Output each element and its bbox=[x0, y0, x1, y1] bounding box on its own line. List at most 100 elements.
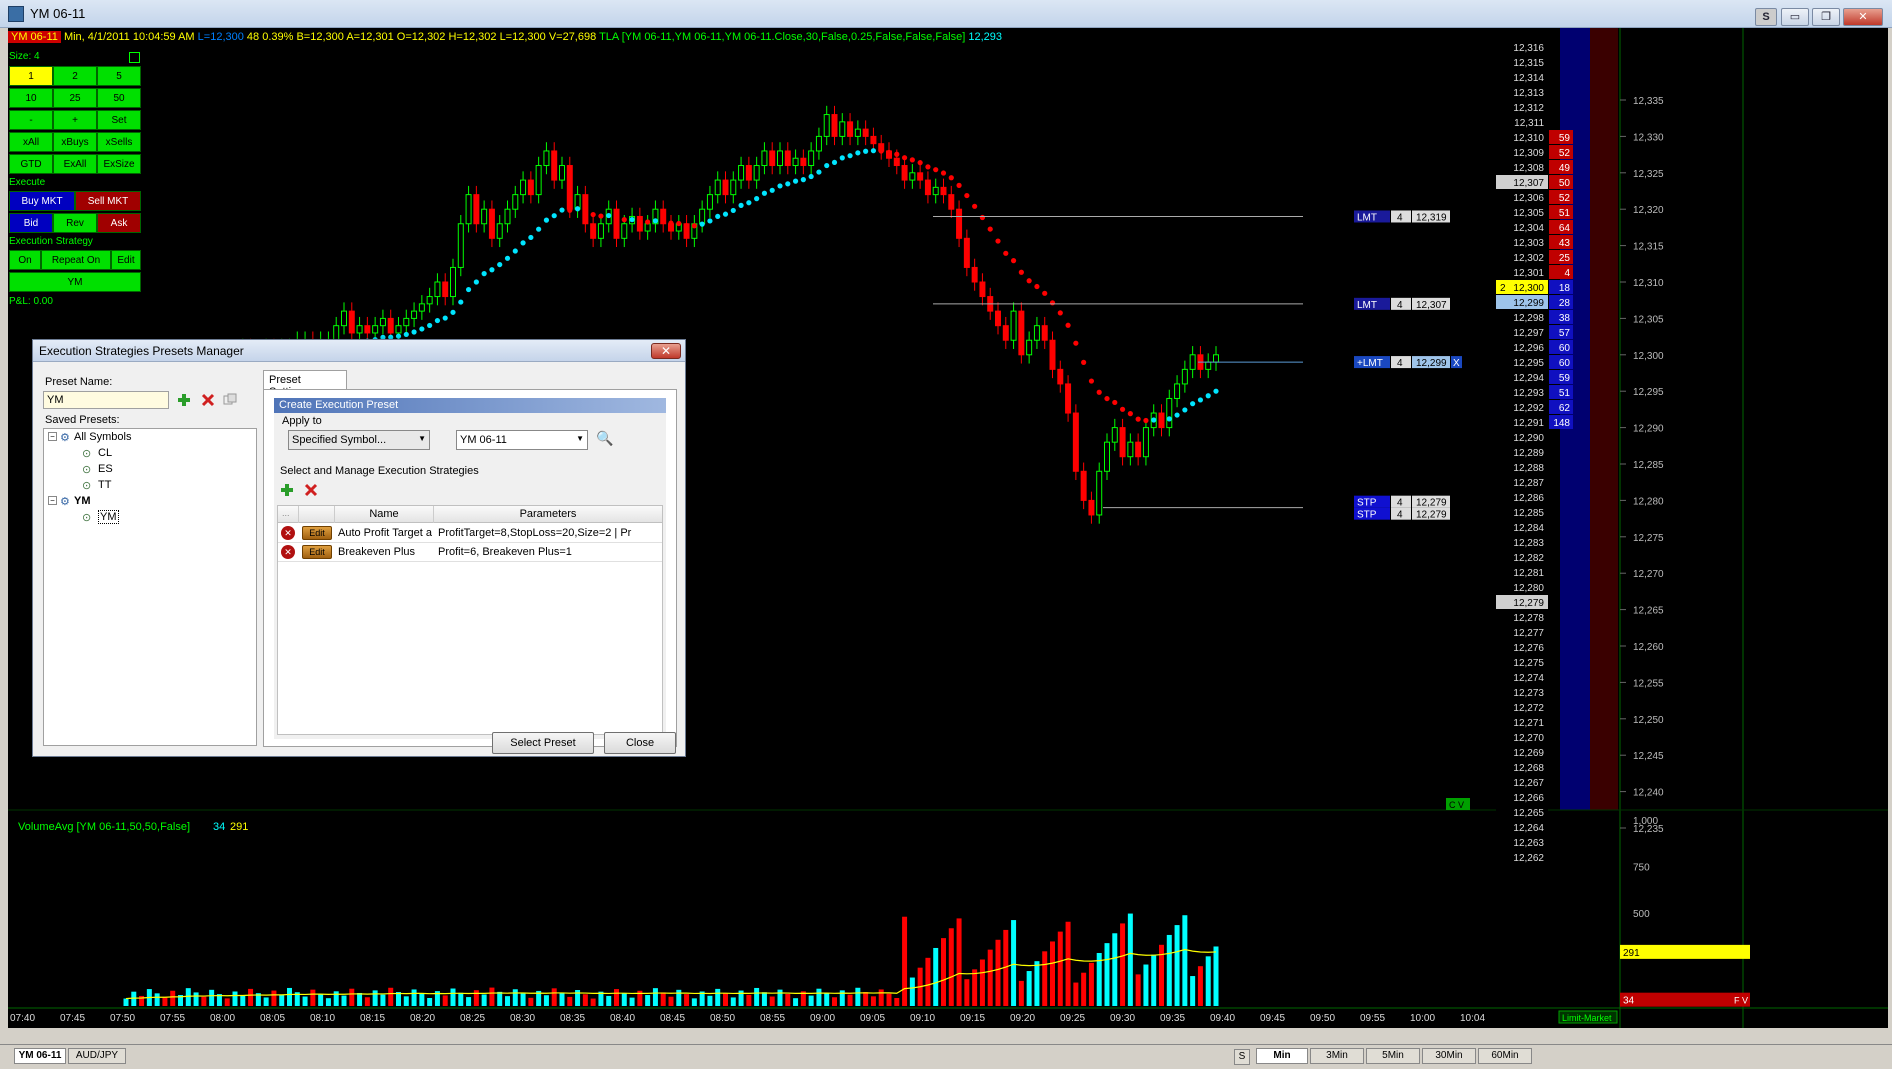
exall-button[interactable]: ExAll bbox=[53, 154, 97, 174]
repeat-on-button[interactable]: Repeat On bbox=[41, 250, 111, 270]
delete-preset-icon[interactable] bbox=[201, 393, 215, 407]
size-plus-button[interactable]: + bbox=[53, 110, 97, 130]
xbuys-button[interactable]: xBuys bbox=[53, 132, 97, 152]
size-1-button[interactable]: 1 bbox=[9, 66, 53, 86]
gtd-button[interactable]: GTD bbox=[9, 154, 53, 174]
size-minus-button[interactable]: - bbox=[9, 110, 53, 130]
close-button[interactable]: ✕ bbox=[1843, 8, 1883, 26]
exsize-button[interactable]: ExSize bbox=[97, 154, 141, 174]
volume-bar bbox=[512, 989, 518, 1006]
size-5-button[interactable]: 5 bbox=[97, 66, 141, 86]
edit-row-button[interactable]: Edit bbox=[302, 545, 332, 559]
edit-row-button[interactable]: Edit bbox=[302, 526, 332, 540]
restore-button[interactable]: ❐ bbox=[1812, 8, 1840, 26]
tree-node-tt[interactable]: TT bbox=[98, 479, 111, 491]
symbol-select[interactable]: YM 06-11 ▼ bbox=[456, 430, 588, 450]
volume-bar bbox=[614, 989, 619, 1006]
tree-node-ym[interactable]: YM bbox=[98, 510, 119, 524]
remove-row-icon[interactable]: ✕ bbox=[281, 545, 295, 559]
volume-bar bbox=[1143, 964, 1149, 1006]
size-25-button[interactable]: 25 bbox=[53, 88, 97, 108]
column-header-name[interactable]: Name bbox=[335, 508, 433, 520]
strategy-name-button[interactable]: YM bbox=[9, 272, 141, 292]
candle-body bbox=[1119, 427, 1126, 458]
row-params: ProfitTarget=8,StopLoss=20,Size=2 | Pr bbox=[438, 527, 632, 539]
dropdown-arrow-icon: ▼ bbox=[576, 434, 584, 443]
strategy-edit-button[interactable]: Edit bbox=[111, 250, 141, 270]
tab-preset-settings[interactable]: Preset Settings bbox=[263, 370, 347, 398]
interval-s[interactable]: S bbox=[1234, 1049, 1250, 1065]
collapse-all-symbols-icon[interactable]: − bbox=[48, 432, 57, 441]
sell-market-button[interactable]: Sell MKT bbox=[75, 191, 141, 211]
price-axis-label: 12,305 bbox=[1633, 314, 1664, 325]
tree-node-ym-group[interactable]: YM bbox=[74, 495, 91, 507]
saved-presets-tree[interactable]: − ⚙ All Symbols ⊙ CL ⊙ ES ⊙ TT − ⚙ YM ⊙ … bbox=[43, 428, 257, 746]
column-header-select[interactable]: ... bbox=[282, 508, 290, 518]
copy-preset-icon[interactable] bbox=[223, 393, 237, 407]
volume-bar bbox=[1182, 915, 1188, 1006]
ladder-bid-size: 18 bbox=[1559, 283, 1571, 294]
tab-audjpy[interactable]: AUD/JPY bbox=[68, 1048, 126, 1064]
strategies-grid[interactable]: ... Name Parameters ✕ Edit Auto Profit T… bbox=[277, 505, 663, 735]
time-axis-label: 07:40 bbox=[10, 1013, 35, 1024]
buy-market-button[interactable]: Buy MKT bbox=[9, 191, 75, 211]
candle-body bbox=[348, 310, 355, 334]
remove-strategy-icon[interactable] bbox=[304, 483, 318, 497]
reverse-button[interactable]: Rev bbox=[53, 213, 97, 233]
volume-bar bbox=[987, 949, 993, 1006]
ladder-price: 12,296 bbox=[1513, 343, 1544, 354]
interval-5min[interactable]: 5Min bbox=[1366, 1048, 1420, 1064]
size-2-button[interactable]: 2 bbox=[53, 66, 97, 86]
panel-collapse-checkbox[interactable] bbox=[129, 52, 140, 63]
strategy-on-button[interactable]: On bbox=[9, 250, 41, 270]
dialog-close-icon[interactable]: ✕ bbox=[651, 343, 681, 359]
select-preset-button[interactable]: Select Preset bbox=[492, 732, 594, 754]
size-set-button[interactable]: Set bbox=[97, 110, 141, 130]
symbol-search-icon[interactable]: 🔍 bbox=[596, 430, 613, 447]
tla-dot bbox=[715, 213, 721, 220]
volume-bar bbox=[458, 992, 464, 1006]
interval-30min[interactable]: 30Min bbox=[1422, 1048, 1476, 1064]
table-row[interactable]: ✕ Edit Breakeven Plus Profit=6, Breakeve… bbox=[278, 543, 662, 562]
candle-body bbox=[597, 223, 604, 239]
dialog-close-button[interactable]: Close bbox=[604, 732, 676, 754]
tree-node-all-symbols[interactable]: All Symbols bbox=[74, 431, 131, 443]
tab-ym[interactable]: YM 06-11 bbox=[14, 1048, 66, 1064]
volume-bar bbox=[1104, 943, 1110, 1006]
size-10-button[interactable]: 10 bbox=[9, 88, 53, 108]
preset-name-input[interactable]: YM bbox=[43, 391, 169, 409]
size-50-button[interactable]: 50 bbox=[97, 88, 141, 108]
tla-dot bbox=[1119, 406, 1126, 412]
bid-button[interactable]: Bid bbox=[9, 213, 53, 233]
volume-bar bbox=[396, 992, 401, 1006]
dialog-titlebar: Execution Strategies Presets Manager ✕ bbox=[33, 340, 685, 362]
add-preset-icon[interactable] bbox=[177, 393, 191, 407]
tree-node-cl[interactable]: CL bbox=[98, 447, 112, 459]
interval-60min[interactable]: 60Min bbox=[1478, 1048, 1532, 1064]
xsells-button[interactable]: xSells bbox=[97, 132, 141, 152]
interval-min[interactable]: Min bbox=[1256, 1048, 1308, 1064]
collapse-ym-icon[interactable]: − bbox=[48, 496, 57, 505]
time-axis-label: 08:30 bbox=[510, 1013, 535, 1024]
interval-3min[interactable]: 3Min bbox=[1310, 1048, 1364, 1064]
price-axis-label: 12,255 bbox=[1633, 678, 1664, 689]
ladder-price: 12,262 bbox=[1513, 853, 1544, 864]
s-button[interactable]: S bbox=[1755, 8, 1777, 26]
table-row[interactable]: ✕ Edit Auto Profit Target an ProfitTarge… bbox=[278, 524, 662, 543]
column-header-parameters[interactable]: Parameters bbox=[434, 508, 662, 520]
tla-dot bbox=[831, 159, 838, 166]
ladder-price: 12,306 bbox=[1513, 193, 1544, 204]
tree-node-es[interactable]: ES bbox=[98, 463, 113, 475]
apply-to-select[interactable]: Specified Symbol... ▼ bbox=[288, 430, 430, 450]
remove-row-icon[interactable]: ✕ bbox=[281, 526, 295, 540]
ask-button[interactable]: Ask bbox=[97, 213, 141, 233]
volume-bar bbox=[450, 988, 456, 1006]
tla-dot bbox=[707, 218, 713, 224]
tla-dot bbox=[940, 170, 947, 176]
candle-body bbox=[512, 194, 519, 210]
minimize-button[interactable]: ▭ bbox=[1781, 8, 1809, 26]
xall-button[interactable]: xAll bbox=[9, 132, 53, 152]
time-axis-label: 07:50 bbox=[110, 1013, 135, 1024]
add-strategy-icon[interactable] bbox=[280, 483, 294, 497]
volume-bar bbox=[793, 998, 799, 1006]
